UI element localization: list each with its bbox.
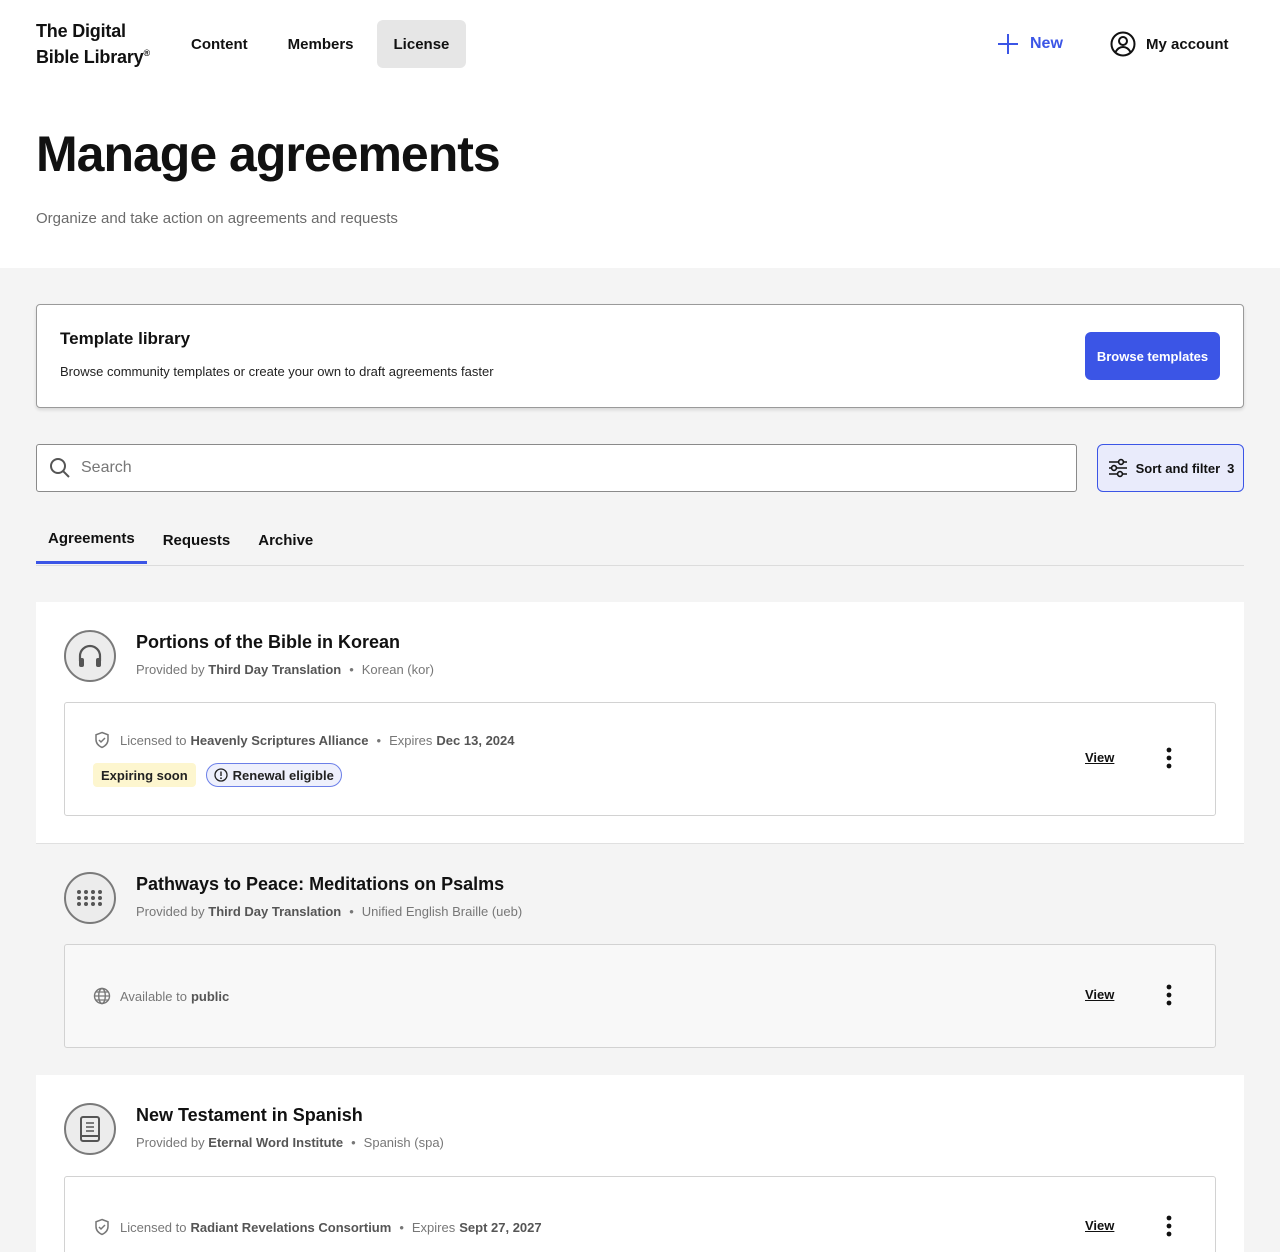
provider-name: Third Day Translation <box>208 904 342 919</box>
shield-check-icon <box>95 731 109 749</box>
available-to-label: Available to <box>120 988 187 1004</box>
availability-info: Available to public <box>93 987 229 1005</box>
expires-label: Expires <box>411 1219 456 1235</box>
provided-by-label: Provided by <box>136 904 205 919</box>
info-circle-icon <box>214 768 228 782</box>
plus-icon <box>998 34 1018 54</box>
globe-icon <box>93 987 111 1005</box>
logo-registered-mark: ® <box>143 48 150 58</box>
sort-and-filter-button[interactable]: Sort and filter 3 <box>1097 444 1244 492</box>
licensee-name: Radiant Revelations Consortium <box>190 1219 392 1235</box>
view-link[interactable]: View <box>1085 987 1114 1002</box>
expires-label: Expires <box>389 732 433 748</box>
search-icon <box>50 458 70 478</box>
agreement-item: Portions of the Bible in Korean Provided… <box>36 602 1244 843</box>
logo-line-1: The Digital <box>36 21 126 41</box>
user-circle-icon <box>1110 31 1136 57</box>
renewal-eligible-badge: Renewal eligible <box>205 763 342 787</box>
filter-count: 3 <box>1227 460 1235 476</box>
license-details-box: Licensed to Radiant Revelations Consortiu… <box>64 1176 1216 1252</box>
tab-archive[interactable]: Archive <box>246 516 325 564</box>
provider-name: Eternal Word Institute <box>208 1135 344 1150</box>
agreement-title: Portions of the Bible in Korean <box>136 632 401 652</box>
separator-dot: • <box>376 732 382 748</box>
separator-dot: • <box>349 662 354 677</box>
agreement-tabs: Agreements Requests Archive <box>36 516 1244 566</box>
agreement-item: Pathways to Peace: Meditations on Psalms… <box>36 843 1244 1075</box>
agreement-provider-info: Provided by Third Day Translation • Unifie… <box>136 904 522 919</box>
licensed-to-label: Licensed to <box>120 1219 187 1235</box>
logo-line-2: Bible Library <box>36 47 144 67</box>
renewal-eligible-label: Renewal eligible <box>232 767 334 783</box>
expiring-soon-badge: Expiring soon <box>93 763 196 787</box>
nav-link-content[interactable]: Content <box>174 20 265 68</box>
audience-name: public <box>190 988 230 1004</box>
more-options-icon[interactable] <box>1157 1214 1181 1238</box>
language-label: Korean (kor) <box>361 662 435 677</box>
sort-and-filter-label: Sort and filter <box>1135 460 1221 476</box>
top-navigation: The Digital Bible Library® Content Membe… <box>0 0 1280 88</box>
expiry-date: Sept 27, 2027 <box>459 1219 542 1235</box>
more-options-icon[interactable] <box>1157 983 1181 1007</box>
agreement-provider-info: Provided by Third Day Translation • Korean… <box>136 662 434 677</box>
shield-check-icon <box>95 1218 109 1236</box>
headphones-icon <box>64 630 116 682</box>
license-details-box: Available to public View <box>64 944 1216 1048</box>
license-info: Licensed to Radiant Revelations Consortiu… <box>93 1218 542 1236</box>
language-label: Spanish (spa) <box>363 1135 444 1150</box>
agreement-title: Pathways to Peace: Meditations on Psalms <box>136 874 505 894</box>
new-button-label: New <box>1030 35 1063 52</box>
separator-dot: • <box>349 904 354 919</box>
licensed-to-label: Licensed to <box>120 732 187 748</box>
template-library-title: Template library <box>60 329 191 348</box>
provided-by-label: Provided by <box>136 1135 205 1150</box>
tab-requests[interactable]: Requests <box>151 516 243 564</box>
book-icon <box>64 1103 116 1155</box>
search-input[interactable] <box>81 459 1041 477</box>
expiry-date: Dec 13, 2024 <box>436 732 515 748</box>
logo[interactable]: The Digital Bible Library® <box>36 20 150 68</box>
my-account-label: My account <box>1146 35 1229 53</box>
page-subtitle: Organize and take action on agreements a… <box>36 210 398 227</box>
licensee-name: Heavenly Scriptures Alliance <box>190 732 369 748</box>
search-box <box>36 444 1077 492</box>
provided-by-label: Provided by <box>136 662 205 677</box>
language-label: Unified English Braille (ueb) <box>361 904 523 919</box>
view-link[interactable]: View <box>1085 750 1114 765</box>
provider-name: Third Day Translation <box>208 662 342 677</box>
braille-icon <box>64 872 116 924</box>
license-details-box: Licensed to Heavenly Scriptures Alliance •… <box>64 702 1216 816</box>
status-badges: Expiring soon Renewal eligible <box>93 763 342 787</box>
tab-agreements[interactable]: Agreements <box>36 516 147 564</box>
page-title: Manage agreements <box>36 126 501 182</box>
browse-templates-button[interactable]: Browse templates <box>1085 332 1220 380</box>
template-library-card: Template library Browse community templa… <box>36 304 1244 408</box>
agreement-item: New Testament in Spanish Provided by Ete… <box>36 1075 1244 1252</box>
view-link[interactable]: View <box>1085 1218 1114 1233</box>
sliders-icon <box>1108 458 1127 478</box>
agreement-title: New Testament in Spanish <box>136 1105 363 1125</box>
nav-link-members[interactable]: Members <box>271 20 371 68</box>
nav-link-license[interactable]: License <box>376 20 467 68</box>
my-account-button[interactable]: My account <box>1110 28 1229 60</box>
new-button[interactable]: New <box>996 28 1063 60</box>
more-options-icon[interactable] <box>1157 746 1181 770</box>
separator-dot: • <box>351 1135 356 1150</box>
license-info: Licensed to Heavenly Scriptures Alliance •… <box>93 731 515 749</box>
nav-links: Content Members License <box>174 20 472 68</box>
template-library-description: Browse community templates or create you… <box>60 364 494 379</box>
separator-dot: • <box>399 1219 404 1235</box>
agreement-provider-info: Provided by Eternal Word Institute • Spani… <box>136 1135 444 1150</box>
